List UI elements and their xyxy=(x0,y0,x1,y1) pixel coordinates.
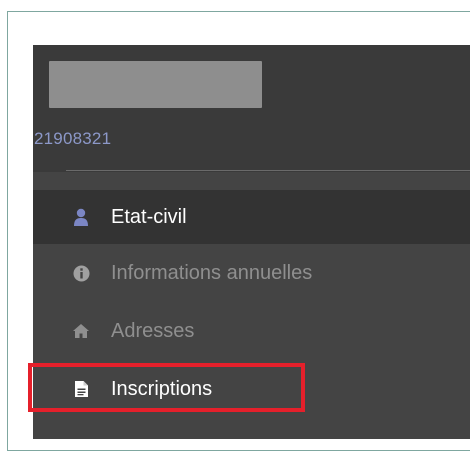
sidebar-item-label: Inscriptions xyxy=(111,377,213,400)
sidebar-item-informations-annuelles[interactable]: Informations annuelles xyxy=(33,244,470,302)
sidebar-header xyxy=(33,45,470,172)
sidebar-menu: Etat-civil Informations annuelles Adress… xyxy=(33,190,470,418)
student-id: 21908321 xyxy=(34,129,112,148)
redacted-name-block xyxy=(49,61,262,108)
sidebar-item-inscriptions[interactable]: Inscriptions xyxy=(33,360,470,418)
sidebar-item-label: Etat-civil xyxy=(111,205,187,228)
info-icon xyxy=(71,263,91,283)
document-icon xyxy=(71,379,91,399)
sidebar-item-etat-civil[interactable]: Etat-civil xyxy=(33,190,470,244)
home-icon xyxy=(71,321,91,341)
sidebar-item-label: Informations annuelles xyxy=(111,261,313,284)
divider xyxy=(66,170,470,171)
sidebar-item-label: Adresses xyxy=(111,319,195,342)
sidebar-item-adresses[interactable]: Adresses xyxy=(33,302,470,360)
user-icon xyxy=(71,207,91,227)
